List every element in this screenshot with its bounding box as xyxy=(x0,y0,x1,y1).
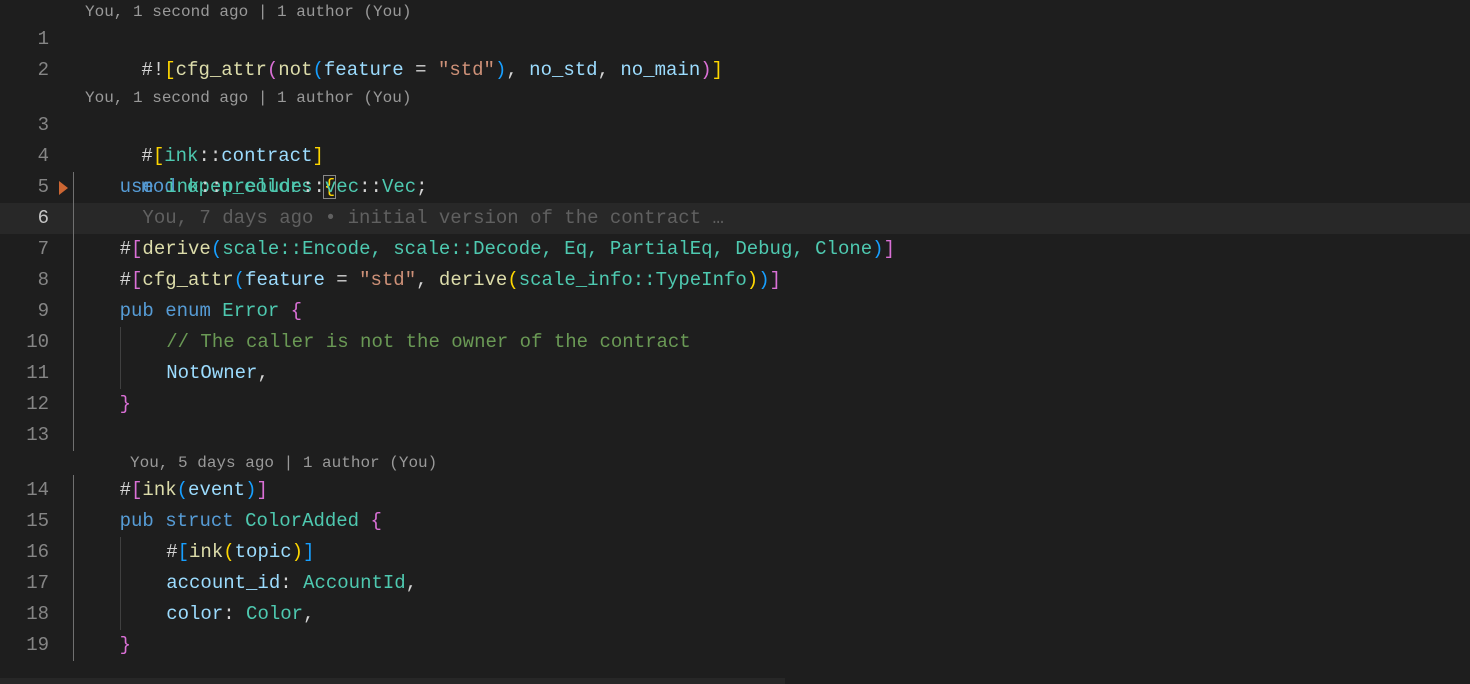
code-line[interactable]: 3 #[ink::contract] xyxy=(0,110,1470,141)
code-line[interactable]: 11 NotOwner, xyxy=(0,358,1470,389)
line-number: 8 xyxy=(0,265,55,296)
code-line[interactable]: 13 xyxy=(0,420,1470,451)
gitblame-inline: You, 7 days ago • initial version of the… xyxy=(142,207,724,229)
code-line[interactable]: 19 } xyxy=(0,630,1470,661)
code-line[interactable]: 15 pub struct ColorAdded { xyxy=(0,506,1470,537)
code-line[interactable]: 8 #[cfg_attr(feature = "std", derive(sca… xyxy=(0,265,1470,296)
code-line[interactable]: 17 account_id: AccountId, xyxy=(0,568,1470,599)
line-number: 15 xyxy=(0,506,55,537)
breakpoint-marker-icon[interactable] xyxy=(59,181,68,195)
codelens-text: You, 1 second ago | 1 author (You) xyxy=(85,0,411,24)
code-line[interactable]: 1 #![cfg_attr(not(feature = "std"), no_s… xyxy=(0,24,1470,55)
line-number: 6 xyxy=(0,203,55,234)
code-line[interactable]: 14 #[ink(event)] xyxy=(0,475,1470,506)
horizontal-scrollbar[interactable] xyxy=(0,678,785,684)
code-line[interactable]: 9 pub enum Error { xyxy=(0,296,1470,327)
line-number: 16 xyxy=(0,537,55,568)
code-line[interactable]: 16 #[ink(topic)] xyxy=(0,537,1470,568)
line-number: 13 xyxy=(0,420,55,451)
line-number: 17 xyxy=(0,568,55,599)
code-line[interactable]: 12 } xyxy=(0,389,1470,420)
code-line[interactable]: 10 // The caller is not the owner of the… xyxy=(0,327,1470,358)
line-number: 2 xyxy=(0,55,55,86)
codelens-text: You, 5 days ago | 1 author (You) xyxy=(130,451,437,475)
code-line-current[interactable]: 6 You, 7 days ago • initial version of t… xyxy=(0,203,1470,234)
code-line[interactable]: 7 #[derive(scale::Encode, scale::Decode,… xyxy=(0,234,1470,265)
line-number: 3 xyxy=(0,110,55,141)
line-number: 10 xyxy=(0,327,55,358)
line-number: 1 xyxy=(0,24,55,55)
line-number: 11 xyxy=(0,358,55,389)
line-number: 5 xyxy=(0,172,55,203)
line-number: 18 xyxy=(0,599,55,630)
line-number: 7 xyxy=(0,234,55,265)
code-line[interactable]: 18 color: Color, xyxy=(0,599,1470,630)
code-line[interactable]: 4 mod open_colors { xyxy=(0,141,1470,172)
codelens-line-14[interactable]: You, 5 days ago | 1 author (You) xyxy=(0,451,1470,475)
line-number: 4 xyxy=(0,141,55,172)
code-editor[interactable]: You, 1 second ago | 1 author (You) 1 #![… xyxy=(0,0,1470,684)
codelens-text: You, 1 second ago | 1 author (You) xyxy=(85,86,411,110)
codelens-line-1[interactable]: You, 1 second ago | 1 author (You) xyxy=(0,0,1470,24)
code-line[interactable]: 5 use ink::prelude::vec::Vec; xyxy=(0,172,1470,203)
line-number: 9 xyxy=(0,296,55,327)
line-number: 14 xyxy=(0,475,55,506)
line-number: 19 xyxy=(0,630,55,661)
line-number: 12 xyxy=(0,389,55,420)
